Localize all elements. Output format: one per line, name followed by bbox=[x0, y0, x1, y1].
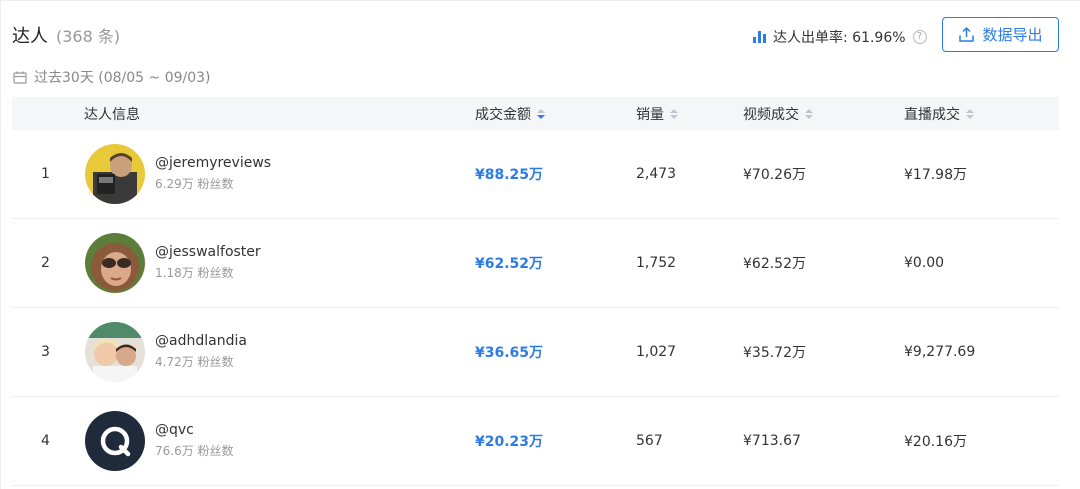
avatar[interactable] bbox=[85, 233, 145, 293]
page-title: 达人 bbox=[12, 26, 48, 47]
column-live-label: 直播成交 bbox=[904, 106, 960, 123]
sort-caret-icon[interactable] bbox=[966, 108, 974, 119]
sales-value: 1,027 bbox=[636, 344, 677, 360]
creator-info: @jeremyreviews 6.29万 粉丝数 bbox=[155, 155, 271, 192]
column-gmv[interactable]: 成交金额 bbox=[475, 97, 545, 130]
avatar[interactable] bbox=[85, 322, 145, 382]
creator-info: @jesswalfoster 1.18万 粉丝数 bbox=[155, 244, 261, 281]
table-row[interactable]: 2 @jesswalfoster 1.18万 粉丝数 ¥62.52万 1,752… bbox=[12, 219, 1059, 308]
panel-header: 达人 (368 条) bbox=[12, 22, 120, 48]
upload-icon bbox=[959, 26, 975, 42]
creator-handle[interactable]: @adhdlandia bbox=[155, 333, 247, 349]
gmv-value: ¥36.65万 bbox=[475, 345, 544, 361]
live-gmv-value: ¥20.16万 bbox=[904, 434, 967, 450]
conversion-rate: 达人出单率: 61.96% ? bbox=[753, 27, 927, 47]
calendar-icon bbox=[13, 71, 27, 84]
gmv-value: ¥88.25万 bbox=[475, 167, 544, 183]
sales-value: 2,473 bbox=[636, 166, 677, 182]
video-gmv-value: ¥35.72万 bbox=[743, 345, 806, 361]
export-button[interactable]: 数据导出 bbox=[942, 17, 1059, 52]
live-gmv-value: ¥17.98万 bbox=[904, 167, 967, 183]
table-row[interactable]: 3 @adhdlandia 4.72万 粉丝数 ¥36.65万 1,027 ¥3… bbox=[12, 308, 1059, 397]
avatar[interactable] bbox=[85, 411, 145, 471]
column-sales-label: 销量 bbox=[636, 106, 664, 123]
column-gmv-label: 成交金额 bbox=[475, 106, 531, 123]
column-video[interactable]: 视频成交 bbox=[743, 97, 813, 130]
live-gmv-value: ¥0.00 bbox=[904, 255, 945, 271]
column-sales[interactable]: 销量 bbox=[636, 97, 678, 130]
video-gmv-value: ¥62.52万 bbox=[743, 256, 806, 272]
date-range: 过去30天 (08/05 ~ 09/03) bbox=[13, 67, 211, 87]
sales-value: 1,752 bbox=[636, 255, 677, 271]
creator-handle[interactable]: @jeremyreviews bbox=[155, 155, 271, 171]
column-live[interactable]: 直播成交 bbox=[904, 97, 974, 130]
column-video-label: 视频成交 bbox=[743, 106, 799, 123]
avatar[interactable] bbox=[85, 144, 145, 204]
table-header: 达人信息 成交金额 销量 视频成交 直播成交 bbox=[12, 97, 1059, 130]
rank: 2 bbox=[41, 255, 50, 271]
table-row[interactable]: 4 @qvc 76.6万 粉丝数 ¥20.23万 567 ¥713.67 ¥20… bbox=[12, 397, 1059, 486]
result-count: (368 条) bbox=[56, 27, 121, 46]
gmv-value: ¥62.52万 bbox=[475, 256, 544, 272]
creator-handle[interactable]: @jesswalfoster bbox=[155, 244, 261, 260]
column-creator: 达人信息 bbox=[84, 97, 140, 130]
sort-caret-icon[interactable] bbox=[537, 108, 545, 119]
follower-count: 1.18万 粉丝数 bbox=[155, 266, 234, 280]
question-icon[interactable]: ? bbox=[912, 30, 927, 44]
rank: 4 bbox=[41, 433, 50, 449]
gmv-value: ¥20.23万 bbox=[475, 434, 544, 450]
column-creator-label: 达人信息 bbox=[84, 106, 140, 123]
video-gmv-value: ¥70.26万 bbox=[743, 167, 806, 183]
video-gmv-value: ¥713.67 bbox=[743, 433, 801, 449]
sort-caret-icon[interactable] bbox=[670, 108, 678, 119]
follower-count: 76.6万 粉丝数 bbox=[155, 444, 234, 458]
table-row[interactable]: 1 @jeremyreviews 6.29万 粉丝数 ¥88.25万 2,473… bbox=[12, 130, 1059, 219]
conversion-rate-label: 达人出单率: 61.96% bbox=[773, 30, 906, 46]
rank: 3 bbox=[41, 344, 50, 360]
creator-handle[interactable]: @qvc bbox=[155, 422, 234, 438]
follower-count: 4.72万 粉丝数 bbox=[155, 355, 234, 369]
bar-chart-icon bbox=[753, 31, 767, 43]
sales-value: 567 bbox=[636, 433, 663, 449]
creator-info: @qvc 76.6万 粉丝数 bbox=[155, 422, 234, 459]
follower-count: 6.29万 粉丝数 bbox=[155, 177, 234, 191]
live-gmv-value: ¥9,277.69 bbox=[904, 344, 976, 360]
creator-info: @adhdlandia 4.72万 粉丝数 bbox=[155, 333, 247, 370]
export-button-label: 数据导出 bbox=[982, 26, 1043, 44]
sort-caret-icon[interactable] bbox=[805, 108, 813, 119]
rank: 1 bbox=[41, 166, 50, 182]
date-range-label: 过去30天 (08/05 ~ 09/03) bbox=[34, 70, 211, 86]
